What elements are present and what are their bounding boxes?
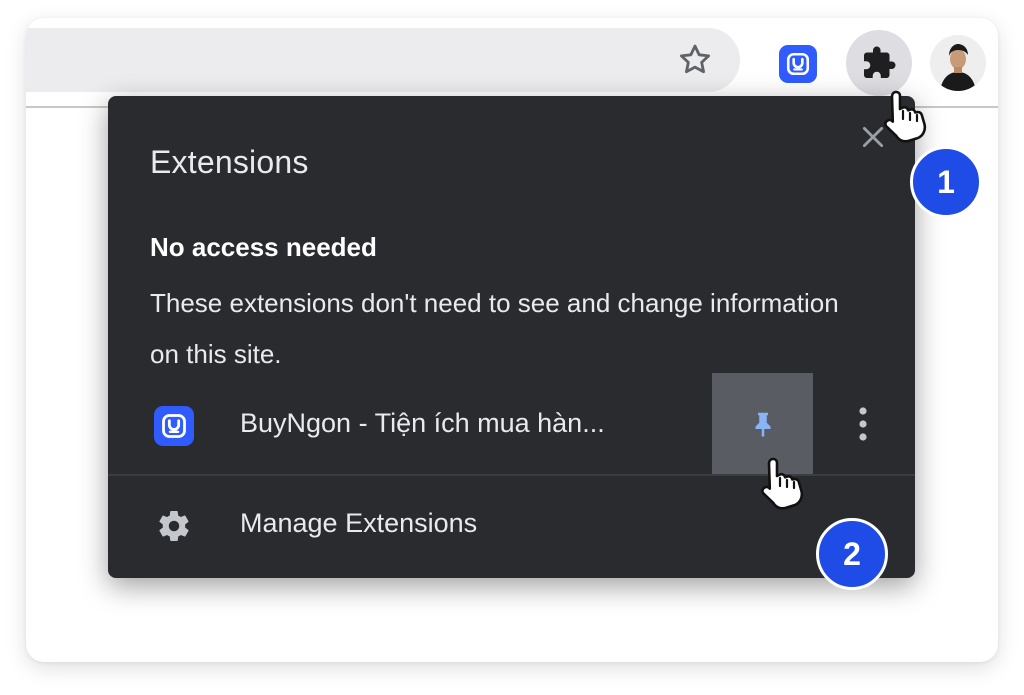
section-heading: No access needed — [150, 232, 377, 262]
extensions-puzzle-button[interactable] — [846, 30, 912, 96]
popup-title: Extensions — [150, 144, 309, 180]
bookmark-star-button[interactable] — [673, 38, 717, 82]
buyngon-logo-icon — [162, 414, 186, 438]
person-photo-icon — [930, 35, 986, 91]
step-badge-2: 2 — [816, 518, 888, 590]
buyngon-logo-icon — [786, 52, 810, 76]
hand-cursor-icon — [884, 90, 927, 143]
hand-cursor-icon — [761, 457, 804, 510]
manage-extensions-label: Manage Extensions — [240, 508, 478, 538]
step-badge-1: 1 — [910, 146, 982, 218]
gear-icon — [159, 511, 189, 542]
pin-icon — [755, 412, 770, 436]
puzzle-piece-icon — [864, 46, 896, 78]
section-description: These extensions don't need to see and c… — [150, 288, 839, 369]
buyngon-toolbar-icon[interactable] — [779, 45, 817, 83]
star-outline-icon — [679, 44, 711, 74]
address-bar[interactable] — [26, 28, 740, 92]
profile-avatar[interactable] — [930, 35, 986, 91]
buyngon-extension-icon — [154, 406, 194, 446]
more-vert-icon — [859, 407, 867, 441]
extension-name[interactable]: BuyNgon - Tiện ích mua hàn... — [240, 408, 605, 439]
extension-more-button[interactable] — [846, 401, 880, 447]
